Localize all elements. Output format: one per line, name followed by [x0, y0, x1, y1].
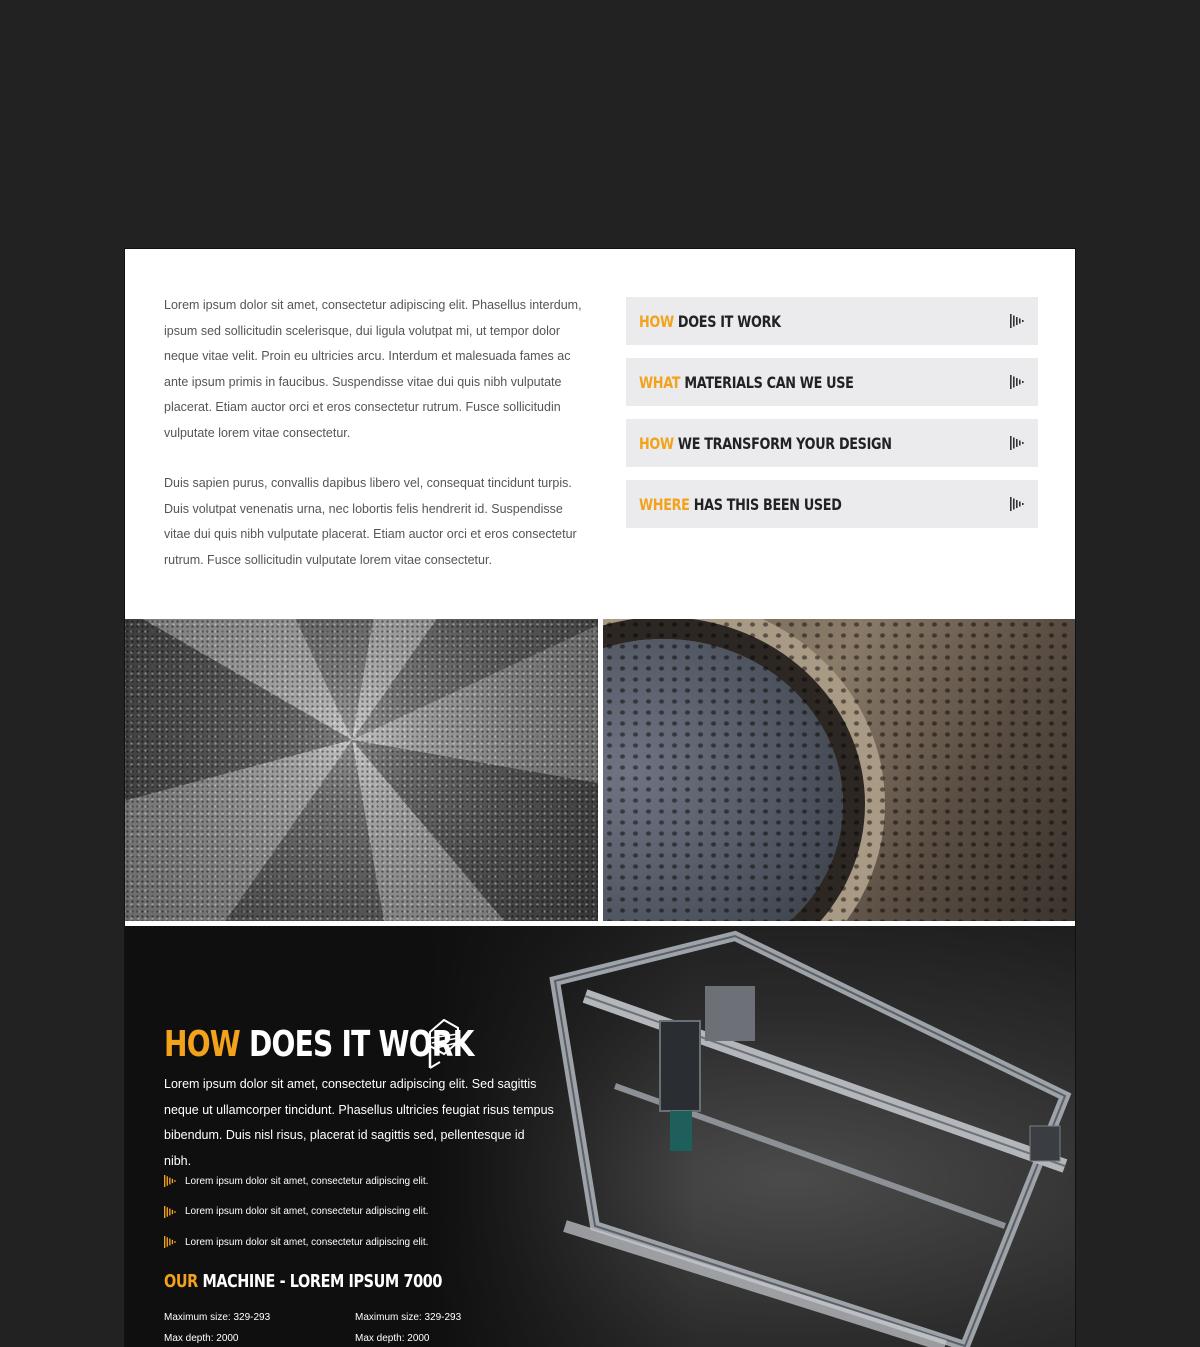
accordion-item-title: HOW WE TRANSFORM YOUR DESIGN	[639, 434, 936, 453]
bullet-list: Lorem ipsum dolor sit amet, consectetur …	[164, 1166, 428, 1258]
machine-title: OUR MACHINE - LOREM IPSUM 7000	[164, 1271, 442, 1292]
arrow-stripes-icon	[1010, 375, 1024, 389]
title-rest: DOES IT WORK	[240, 1023, 474, 1065]
accordion-item-how-does-it-work[interactable]: HOW DOES IT WORK	[626, 297, 1038, 345]
title-highlight: OUR	[164, 1271, 198, 1292]
bullet-item: Lorem ipsum dolor sit amet, consectetur …	[164, 1227, 428, 1258]
title-rest: MATERIALS CAN WE USE	[680, 372, 854, 392]
bullet-text: Lorem ipsum dolor sit amet, consectetur …	[185, 1175, 429, 1187]
title-highlight: HOW	[639, 311, 674, 331]
page-container: Lorem ipsum dolor sit amet, consectetur …	[124, 248, 1076, 1347]
title-highlight: WHAT	[639, 372, 681, 392]
section-description: Lorem ipsum dolor sit amet, consectetur …	[164, 1077, 554, 1168]
arrow-stripes-icon	[1010, 314, 1024, 328]
section-title: HOW DOES IT WORK	[164, 1023, 474, 1065]
title-rest: WE TRANSFORM YOUR DESIGN	[673, 433, 892, 453]
accordion-item-title: WHERE HAS THIS BEEN USED	[639, 495, 936, 514]
spec-max-size: Maximum size: 329-293	[164, 1312, 271, 1323]
intro-paragraph-2: Duis sapien purus, convallis dapibus lib…	[164, 476, 577, 567]
bullet-text: Lorem ipsum dolor sit amet, consectetur …	[185, 1236, 429, 1248]
machine-specs: Maximum size: 329-293 Max depth: 2000 Ma…	[164, 1308, 564, 1347]
spec-max-depth: Max depth: 2000	[355, 1332, 430, 1344]
title-rest: MACHINE - LOREM IPSUM 7000	[197, 1271, 442, 1292]
accordion-item-where-used[interactable]: WHERE HAS THIS BEEN USED	[626, 480, 1038, 528]
title-highlight: HOW	[639, 433, 674, 453]
accordion-item-title: WHAT MATERIALS CAN WE USE	[639, 373, 936, 392]
granite-engraving-photo	[125, 619, 598, 921]
arrow-stripes-icon	[1010, 436, 1024, 450]
arrow-stripes-icon	[164, 1175, 176, 1187]
accordion-item-transform-design[interactable]: HOW WE TRANSFORM YOUR DESIGN	[626, 419, 1038, 467]
bullet-item: Lorem ipsum dolor sit amet, consectetur …	[164, 1166, 428, 1197]
arrow-stripes-icon	[164, 1206, 176, 1218]
intro-text: Lorem ipsum dolor sit amet, consectetur …	[164, 293, 584, 573]
intro-section: Lorem ipsum dolor sit amet, consectetur …	[125, 249, 1075, 619]
spec-column: Maximum size: 329-293 Max depth: 2000	[164, 1308, 355, 1347]
spec-max-size: Maximum size: 329-293	[355, 1312, 462, 1323]
title-rest: DOES IT WORK	[673, 311, 781, 331]
spec-max-depth: Max depth: 2000	[164, 1332, 239, 1344]
bullet-item: Lorem ipsum dolor sit amet, consectetur …	[164, 1197, 428, 1228]
title-highlight: WHERE	[639, 494, 690, 514]
accordion-item-title: HOW DOES IT WORK	[639, 312, 936, 331]
how-it-works-section: HOW DOES IT WORK Lorem ipsum dolor sit a…	[125, 926, 1075, 1347]
section-heading: HOW DOES IT WORK	[164, 1016, 474, 1072]
accordion: HOW DOES IT WORK WHAT MATERIALS CAN WE U…	[626, 297, 1038, 541]
arrow-stripes-icon	[164, 1236, 176, 1248]
stone-engraving-photo	[603, 619, 1075, 921]
accordion-item-materials[interactable]: WHAT MATERIALS CAN WE USE	[626, 358, 1038, 406]
arrow-stripes-icon	[1010, 497, 1024, 511]
title-rest: HAS THIS BEEN USED	[689, 494, 842, 514]
spec-column: Maximum size: 329-293 Max depth: 2000	[355, 1308, 546, 1347]
bullet-text: Lorem ipsum dolor sit amet, consectetur …	[185, 1206, 429, 1218]
photo-gallery	[125, 619, 1075, 921]
title-highlight: HOW	[164, 1023, 241, 1065]
intro-paragraph-1: Lorem ipsum dolor sit amet, consectetur …	[164, 298, 582, 440]
